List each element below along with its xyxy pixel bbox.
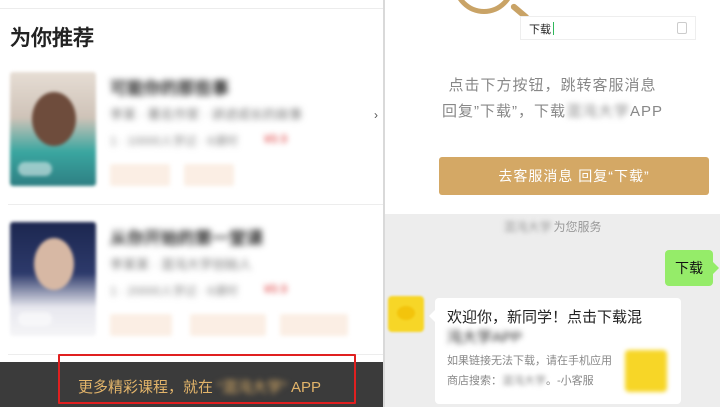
course-tag <box>110 164 170 186</box>
course-title: 可能你的那些事 <box>110 79 229 98</box>
search-input[interactable]: 下载 <box>520 16 696 40</box>
course-meta: 1 · 20000人学过 · 6课时 <box>110 284 239 298</box>
course-price: ¥9.9 <box>264 132 288 146</box>
instruction-prefix: 回复”下载”，下载 <box>441 103 566 120</box>
tip-line: 如果链接无法下载，请在手机应用 <box>447 355 612 367</box>
course-subtitle: 李某某 · 混沌大学创始人 <box>110 257 252 272</box>
course-card[interactable]: 可能你的那些事 李某 · 著名作家 · 讲述成长的故事 1 · 10000人学过… <box>8 70 378 202</box>
guide-top: 下载 点击下方按钮，跳转客服消息 回复”下载”，下载混沌大学APP 去客服消息 … <box>385 0 720 214</box>
course-tag <box>280 314 348 336</box>
tip-suffix: 。-小客服 <box>546 375 594 387</box>
top-divider <box>0 8 383 9</box>
instruction-line: 点击下方按钮，跳转客服消息 <box>448 77 657 94</box>
instruction-app-name: 混沌大学 <box>565 103 630 120</box>
welcome-app-name[interactable]: 沌大学APP <box>447 328 522 348</box>
course-price: ¥9.9 <box>264 282 288 296</box>
avatar <box>388 296 424 332</box>
magnifier-icon <box>453 0 515 14</box>
user-message-bubble: 下载 <box>665 250 719 286</box>
section-title: 为你推荐 <box>10 27 94 50</box>
qr-code <box>625 350 667 392</box>
course-meta: 1 · 10000人学过 · 6课时 <box>110 134 239 148</box>
instruction-line: 回复”下载”，下载混沌大学APP <box>385 100 720 121</box>
customer-service-button[interactable]: 去客服消息 回复“下载” <box>439 157 709 195</box>
course-tag <box>190 314 266 336</box>
service-note: 混沌大学 为您服务 <box>385 218 720 235</box>
service-text: 为您服务 <box>553 220 602 234</box>
clear-icon <box>677 22 687 34</box>
course-tag <box>184 164 234 186</box>
course-title: 从你开始的第一堂课 <box>110 229 263 248</box>
highlight-box <box>58 354 356 404</box>
search-query: 下载 <box>529 24 551 36</box>
instruction-suffix: APP <box>630 103 664 120</box>
tip-app-name: 混沌大学 <box>502 375 546 387</box>
recommendation-panel: 为你推荐 可能你的那些事 李某 · 著名作家 · 讲述成长的故事 1 · 100… <box>0 0 383 407</box>
download-guide-panel: 下载 点击下方按钮，跳转客服消息 回复”下载”，下载混沌大学APP 去客服消息 … <box>385 0 720 407</box>
course-tag <box>110 314 172 336</box>
tip-line: 商店搜索：混沌大学。-小客服 <box>447 372 594 388</box>
course-thumbnail <box>10 222 96 336</box>
chevron-right-icon: › <box>374 108 378 122</box>
welcome-text: 欢迎你，新同学！点击下载混沌大学APP <box>447 308 675 348</box>
chat-area: 混沌大学 为您服务 下载 欢迎你，新同学！点击下载混沌大学APP 如果链接无法下载… <box>385 214 720 407</box>
service-message-bubble: 欢迎你，新同学！点击下载混沌大学APP 如果链接无法下载，请在手机应用 商店搜索… <box>429 298 681 404</box>
service-app-name: 混沌大学 <box>503 220 552 234</box>
text-caret <box>553 22 554 35</box>
list-divider <box>8 204 383 205</box>
course-card[interactable]: 从你开始的第一堂课 李某某 · 混沌大学创始人 1 · 20000人学过 · 6… <box>8 220 378 352</box>
course-thumbnail <box>10 72 96 186</box>
welcome-main: 欢迎你，新同学！点击下载混 <box>447 309 643 326</box>
course-subtitle: 李某 · 著名作家 · 讲述成长的故事 <box>110 107 303 122</box>
tip-prefix: 商店搜索： <box>447 375 502 387</box>
